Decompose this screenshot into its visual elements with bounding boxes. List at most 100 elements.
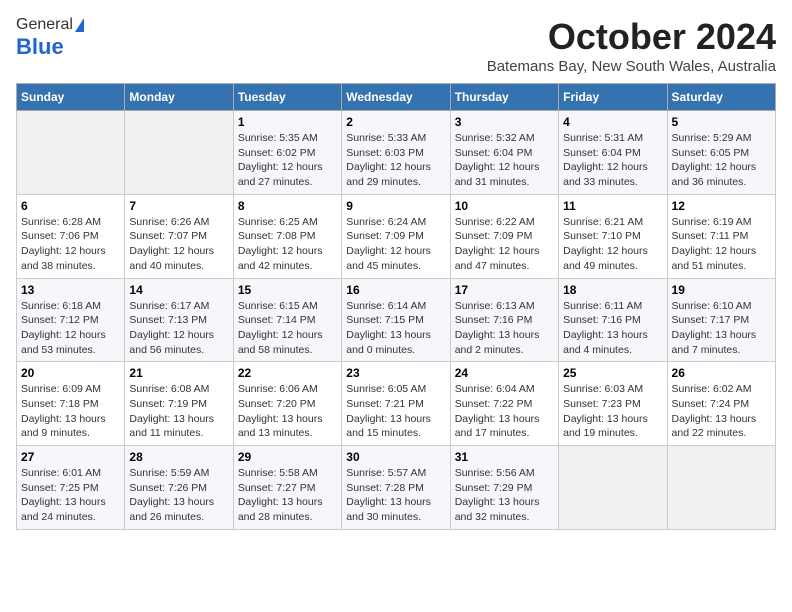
day-number: 11 [563,199,662,213]
calendar-week-3: 13Sunrise: 6:18 AM Sunset: 7:12 PM Dayli… [17,278,776,362]
day-number: 5 [672,115,771,129]
calendar-subtitle: Batemans Bay, New South Wales, Australia [487,58,776,75]
day-detail: Sunrise: 5:58 AM Sunset: 7:27 PM Dayligh… [238,466,337,525]
calendar-cell: 22 Sunrise: 6:06 AM Sunset: 7:20 PM Dayli… [233,362,341,446]
day-detail: Sunrise: 6:10 AM Sunset: 7:17 PM Dayligh… [672,299,771,358]
calendar-cell: 7 Sunrise: 6:26 AM Sunset: 7:07 PM Daylig… [125,194,233,278]
day-detail: Sunrise: 6:26 AM Sunset: 7:07 PM Dayligh… [129,215,228,274]
calendar-week-5: 27Sunrise: 6:01 AM Sunset: 7:25 PM Dayli… [17,446,776,530]
title-block: October 2024 Batemans Bay, New South Wal… [487,16,776,75]
header-row: SundayMondayTuesdayWednesdayThursdayFrid… [17,84,776,111]
calendar-cell: 31Sunrise: 5:56 AM Sunset: 7:29 PM Dayli… [450,446,558,530]
day-detail: Sunrise: 6:25 AM Sunset: 7:08 PM Dayligh… [238,215,337,274]
day-number: 18 [563,283,662,297]
calendar-title: October 2024 [487,16,776,58]
day-number: 7 [129,199,228,213]
day-detail: Sunrise: 6:11 AM Sunset: 7:16 PM Dayligh… [563,299,662,358]
day-number: 16 [346,283,445,297]
day-detail: Sunrise: 6:14 AM Sunset: 7:15 PM Dayligh… [346,299,445,358]
calendar-header: SundayMondayTuesdayWednesdayThursdayFrid… [17,84,776,111]
day-number: 28 [129,450,228,464]
calendar-cell: 21Sunrise: 6:08 AM Sunset: 7:19 PM Dayli… [125,362,233,446]
day-number: 27 [21,450,120,464]
day-detail: Sunrise: 5:33 AM Sunset: 6:03 PM Dayligh… [346,131,445,190]
day-number: 1 [238,115,337,129]
calendar-cell: 12Sunrise: 6:19 AM Sunset: 7:11 PM Dayli… [667,194,775,278]
header-cell-wednesday: Wednesday [342,84,450,111]
day-detail: Sunrise: 5:57 AM Sunset: 7:28 PM Dayligh… [346,466,445,525]
day-detail: Sunrise: 5:31 AM Sunset: 6:04 PM Dayligh… [563,131,662,190]
page-header: General Blue October 2024 Batemans Bay, … [16,16,776,75]
day-detail: Sunrise: 6:21 AM Sunset: 7:10 PM Dayligh… [563,215,662,274]
calendar-week-1: 1 Sunrise: 5:35 AM Sunset: 6:02 PM Daylig… [17,111,776,195]
day-number: 14 [129,283,228,297]
day-detail: Sunrise: 6:19 AM Sunset: 7:11 PM Dayligh… [672,215,771,274]
calendar-cell: 13Sunrise: 6:18 AM Sunset: 7:12 PM Dayli… [17,278,125,362]
day-number: 10 [455,199,554,213]
day-number: 31 [455,450,554,464]
calendar-cell: 15Sunrise: 6:15 AM Sunset: 7:14 PM Dayli… [233,278,341,362]
calendar-cell: 10 Sunrise: 6:22 AM Sunset: 7:09 PM Dayli… [450,194,558,278]
calendar-cell: 4 Sunrise: 5:31 AM Sunset: 6:04 PM Daylig… [559,111,667,195]
day-detail: Sunrise: 6:22 AM Sunset: 7:09 PM Dayligh… [455,215,554,274]
calendar-cell [559,446,667,530]
calendar-cell: 24 Sunrise: 6:04 AM Sunset: 7:22 PM Dayli… [450,362,558,446]
calendar-cell: 5 Sunrise: 5:29 AM Sunset: 6:05 PM Daylig… [667,111,775,195]
header-cell-saturday: Saturday [667,84,775,111]
day-number: 24 [455,366,554,380]
logo: General Blue [16,16,84,60]
day-number: 4 [563,115,662,129]
calendar-cell: 19 Sunrise: 6:10 AM Sunset: 7:17 PM Dayli… [667,278,775,362]
calendar-cell: 2 Sunrise: 5:33 AM Sunset: 6:03 PM Daylig… [342,111,450,195]
day-detail: Sunrise: 6:06 AM Sunset: 7:20 PM Dayligh… [238,382,337,441]
calendar-cell: 25Sunrise: 6:03 AM Sunset: 7:23 PM Dayli… [559,362,667,446]
day-number: 22 [238,366,337,380]
day-number: 26 [672,366,771,380]
calendar-cell: 27Sunrise: 6:01 AM Sunset: 7:25 PM Dayli… [17,446,125,530]
day-number: 19 [672,283,771,297]
day-number: 6 [21,199,120,213]
day-detail: Sunrise: 6:02 AM Sunset: 7:24 PM Dayligh… [672,382,771,441]
calendar-cell: 1 Sunrise: 5:35 AM Sunset: 6:02 PM Daylig… [233,111,341,195]
day-detail: Sunrise: 5:29 AM Sunset: 6:05 PM Dayligh… [672,131,771,190]
calendar-cell: 11 Sunrise: 6:21 AM Sunset: 7:10 PM Dayli… [559,194,667,278]
day-detail: Sunrise: 5:32 AM Sunset: 6:04 PM Dayligh… [455,131,554,190]
day-detail: Sunrise: 5:35 AM Sunset: 6:02 PM Dayligh… [238,131,337,190]
day-number: 20 [21,366,120,380]
day-detail: Sunrise: 6:05 AM Sunset: 7:21 PM Dayligh… [346,382,445,441]
day-number: 9 [346,199,445,213]
logo-triangle-icon [75,18,84,32]
day-detail: Sunrise: 6:28 AM Sunset: 7:06 PM Dayligh… [21,215,120,274]
calendar-cell [17,111,125,195]
calendar-cell: 3 Sunrise: 5:32 AM Sunset: 6:04 PM Daylig… [450,111,558,195]
calendar-cell: 20Sunrise: 6:09 AM Sunset: 7:18 PM Dayli… [17,362,125,446]
day-number: 13 [21,283,120,297]
day-number: 23 [346,366,445,380]
day-number: 29 [238,450,337,464]
day-detail: Sunrise: 6:08 AM Sunset: 7:19 PM Dayligh… [129,382,228,441]
calendar-cell: 18 Sunrise: 6:11 AM Sunset: 7:16 PM Dayli… [559,278,667,362]
calendar-week-4: 20Sunrise: 6:09 AM Sunset: 7:18 PM Dayli… [17,362,776,446]
calendar-cell [667,446,775,530]
day-number: 2 [346,115,445,129]
calendar-cell: 16 Sunrise: 6:14 AM Sunset: 7:15 PM Dayli… [342,278,450,362]
day-number: 30 [346,450,445,464]
calendar-cell [125,111,233,195]
calendar-cell: 23 Sunrise: 6:05 AM Sunset: 7:21 PM Dayli… [342,362,450,446]
header-cell-thursday: Thursday [450,84,558,111]
calendar-cell: 26 Sunrise: 6:02 AM Sunset: 7:24 PM Dayli… [667,362,775,446]
day-detail: Sunrise: 5:59 AM Sunset: 7:26 PM Dayligh… [129,466,228,525]
calendar-cell: 28 Sunrise: 5:59 AM Sunset: 7:26 PM Dayli… [125,446,233,530]
day-detail: Sunrise: 6:17 AM Sunset: 7:13 PM Dayligh… [129,299,228,358]
day-detail: Sunrise: 6:15 AM Sunset: 7:14 PM Dayligh… [238,299,337,358]
day-number: 3 [455,115,554,129]
header-cell-tuesday: Tuesday [233,84,341,111]
day-detail: Sunrise: 6:24 AM Sunset: 7:09 PM Dayligh… [346,215,445,274]
calendar-body: 1 Sunrise: 5:35 AM Sunset: 6:02 PM Daylig… [17,111,776,530]
day-detail: Sunrise: 6:04 AM Sunset: 7:22 PM Dayligh… [455,382,554,441]
day-detail: Sunrise: 6:03 AM Sunset: 7:23 PM Dayligh… [563,382,662,441]
calendar-cell: 8Sunrise: 6:25 AM Sunset: 7:08 PM Daylig… [233,194,341,278]
logo-general-text: General [16,16,73,34]
header-cell-sunday: Sunday [17,84,125,111]
calendar-cell: 30 Sunrise: 5:57 AM Sunset: 7:28 PM Dayli… [342,446,450,530]
